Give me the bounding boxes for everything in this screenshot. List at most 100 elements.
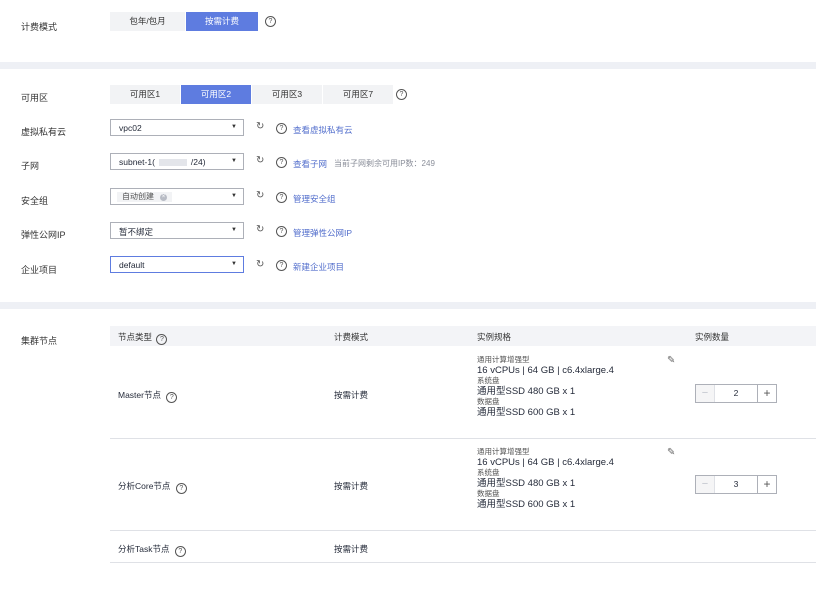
view-vpc-link[interactable]: 查看虚拟私有云 [293,124,353,136]
cluster-nodes-label: 集群节点 [21,336,58,346]
security-group-tag: 自动创建 × [117,192,172,202]
section-divider [0,302,816,309]
billing-mode-label: 计费模式 [21,22,58,32]
enterprise-project-help-icon[interactable]: ? [276,260,287,271]
core-spec-flavor: 16 vCPUs | 64 GB | c6.4xlarge.4 [477,457,614,468]
master-count-value[interactable]: 2 [714,385,758,402]
core-spec: 通用计算增强型 16 vCPUs | 64 GB | c6.4xlarge.4 … [477,447,614,510]
master-spec: 通用计算增强型 16 vCPUs | 64 GB | c6.4xlarge.4 … [477,355,614,418]
subnet-label: 子网 [21,161,40,171]
eip-label: 弹性公网IP [21,230,66,240]
vpc-label: 虚拟私有云 [21,127,67,137]
az-label: 可用区 [21,93,49,103]
eip-help-icon[interactable]: ? [276,226,287,237]
subnet-select[interactable]: subnet-1( /24) ▼ [110,153,244,170]
node-type-core-text: 分析Core节点 [118,481,171,491]
create-enterprise-project-link[interactable]: 新建企业项目 [293,261,344,273]
security-group-tag-text: 自动创建 [122,192,154,201]
core-count-value[interactable]: 3 [714,476,758,493]
node-type-master: Master节点 ? [118,389,178,403]
enterprise-project-label: 企业项目 [21,265,58,275]
column-header-node-type: 节点类型 ? [118,331,168,345]
core-sys-disk-label: 系统盘 [477,468,500,477]
security-group-help-icon[interactable]: ? [276,192,287,203]
vpc-select[interactable]: vpc02 ▼ [110,119,244,136]
core-billing: 按需计费 [334,481,369,491]
az-option-1[interactable]: 可用区1 [110,85,181,104]
subnet-value-suffix: /24) [190,157,206,167]
core-data-disk-label: 数据盘 [477,489,500,498]
az-help-icon[interactable]: ? [396,89,407,100]
enterprise-project-value: default [119,260,145,270]
core-sys-disk: 通用型SSD 480 GB x 1 [477,478,576,489]
subnet-refresh-icon[interactable]: ↻ [256,155,264,166]
vpc-refresh-icon[interactable]: ↻ [256,121,264,132]
minus-icon[interactable]: − [696,385,715,402]
plus-icon[interactable]: + [757,476,776,493]
subnet-value: subnet-1( /24) [119,157,206,167]
column-header-billing: 计费模式 [334,332,369,342]
master-billing: 按需计费 [334,390,369,400]
az-option-7[interactable]: 可用区7 [323,85,394,104]
column-header-count: 实例数量 [695,332,730,342]
az-segmented: 可用区1 可用区2 可用区3 可用区7 [110,85,394,104]
node-type-core: 分析Core节点 ? [118,480,187,494]
core-spec-type: 通用计算增强型 [477,447,530,456]
task-billing: 按需计费 [334,544,369,554]
plus-icon[interactable]: + [757,385,776,402]
billing-mode-segmented: 包年/包月 按需计费 [110,12,259,31]
subnet-available-ip-hint: 当前子网剩余可用IP数：249 [334,159,435,168]
master-data-disk-label: 数据盘 [477,397,500,406]
manage-eip-link[interactable]: 管理弹性公网IP [293,227,352,239]
manage-security-group-link[interactable]: 管理安全组 [293,193,336,205]
chevron-down-icon: ▼ [231,193,237,199]
edit-master-spec-pencil-icon[interactable]: ✎ [667,355,675,366]
row-divider [110,438,816,439]
enterprise-project-select[interactable]: default ▼ [110,256,244,273]
master-spec-type: 通用计算增强型 [477,355,530,364]
eip-select[interactable]: 暂不绑定 ▼ [110,222,244,239]
task-help-icon[interactable]: ? [174,546,186,557]
node-type-master-text: Master节点 [118,390,161,400]
minus-icon[interactable]: − [696,476,715,493]
subnet-masked-ip [158,159,187,167]
master-data-disk: 通用型SSD 600 GB x 1 [477,407,576,418]
security-group-label: 安全组 [21,196,49,206]
column-header-spec: 实例规格 [477,332,512,342]
close-icon[interactable]: × [160,193,167,201]
vpc-help-icon[interactable]: ? [276,123,287,134]
core-help-icon[interactable]: ? [175,483,187,494]
eip-value: 暂不绑定 [119,227,154,237]
master-sys-disk-label: 系统盘 [477,376,500,385]
chevron-down-icon: ▼ [231,261,237,267]
master-spec-flavor: 16 vCPUs | 64 GB | c6.4xlarge.4 [477,365,614,376]
column-header-node-type-text: 节点类型 [118,332,153,342]
core-count-stepper[interactable]: − 3 + [695,475,777,494]
node-type-task: 分析Task节点 ? [118,543,186,557]
security-group-select[interactable]: 自动创建 × ▼ [110,188,244,205]
master-sys-disk: 通用型SSD 480 GB x 1 [477,386,576,397]
billing-option-yearly[interactable]: 包年/包月 [110,12,186,31]
vpc-value: vpc02 [119,123,142,133]
row-divider [110,530,816,531]
master-help-icon[interactable]: ? [166,392,178,403]
enterprise-project-refresh-icon[interactable]: ↻ [256,259,264,270]
master-count-stepper[interactable]: − 2 + [695,384,777,403]
chevron-down-icon: ▼ [231,158,237,164]
section-divider [0,62,816,69]
az-option-2[interactable]: 可用区2 [181,85,252,104]
az-option-3[interactable]: 可用区3 [252,85,323,104]
eip-refresh-icon[interactable]: ↻ [256,224,264,235]
security-group-refresh-icon[interactable]: ↻ [256,190,264,201]
node-type-task-text: 分析Task节点 [118,544,170,554]
chevron-down-icon: ▼ [231,124,237,130]
billing-option-ondemand[interactable]: 按需计费 [186,12,259,31]
subnet-value-prefix: subnet-1( [119,157,155,167]
core-data-disk: 通用型SSD 600 GB x 1 [477,499,576,510]
row-divider [110,562,816,563]
view-subnet-link[interactable]: 查看子网 [293,158,327,170]
subnet-help-icon[interactable]: ? [276,157,287,168]
edit-core-spec-pencil-icon[interactable]: ✎ [667,447,675,458]
billing-help-icon[interactable]: ? [265,16,276,27]
chevron-down-icon: ▼ [231,227,237,233]
